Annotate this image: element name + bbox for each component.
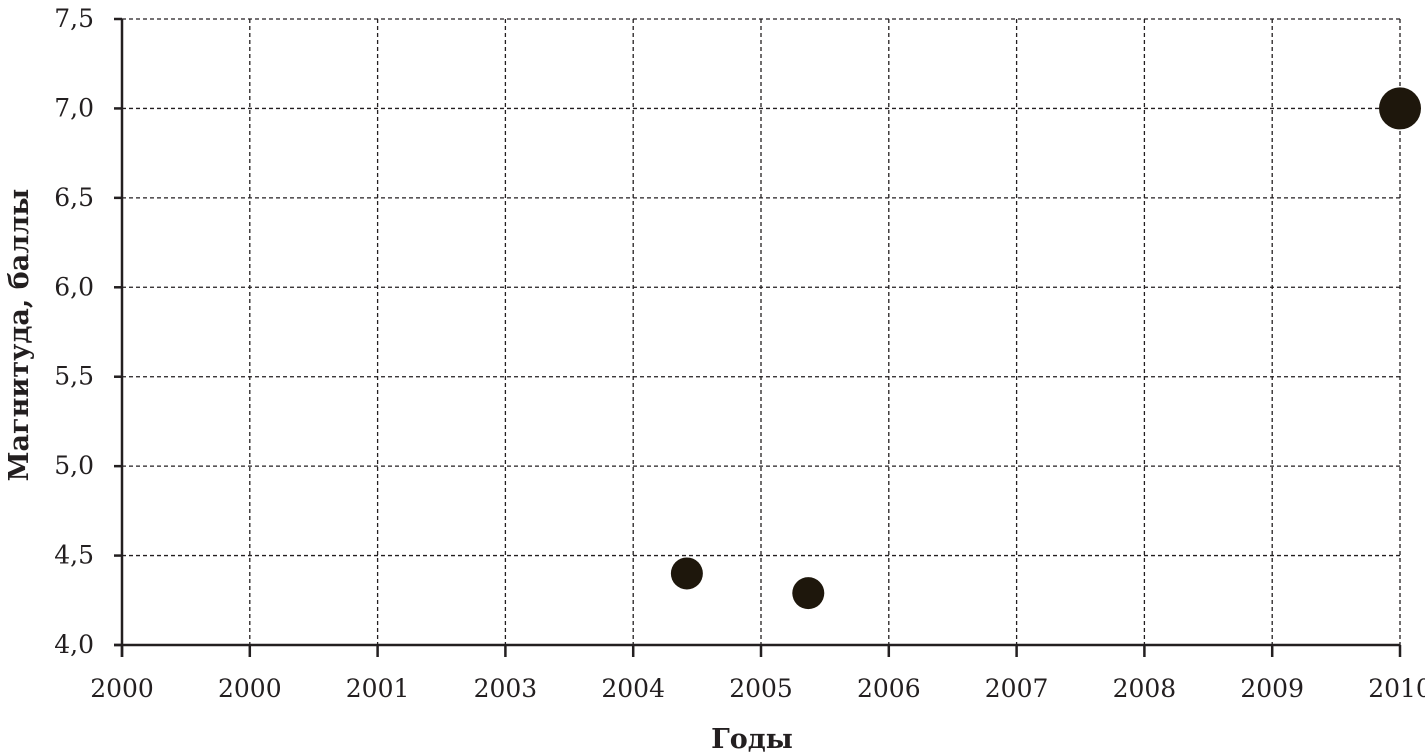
x-tick-label: 2008 (1113, 674, 1177, 703)
y-tick-label: 5,0 (54, 451, 94, 480)
y-tick-label: 7,5 (54, 4, 94, 33)
y-tick-label: 6,5 (54, 183, 94, 212)
x-tick-label: 2006 (857, 674, 921, 703)
y-axis-title: Магнитуда, баллы (4, 189, 35, 482)
y-tick-label: 6,0 (54, 272, 94, 301)
x-tick-label: 2010 (1368, 674, 1425, 703)
y-tick-label: 5,5 (54, 362, 94, 391)
x-tick-label: 2000 (90, 674, 154, 703)
x-tick-label: 2001 (346, 674, 410, 703)
x-tick-label: 2007 (985, 674, 1049, 703)
axes (114, 17, 1402, 657)
data-points (670, 87, 1421, 610)
x-tick-label: 2003 (474, 674, 538, 703)
x-tick-label: 2009 (1240, 674, 1304, 703)
x-axis-title: Годы (711, 724, 793, 755)
x-tick-label: 2005 (729, 674, 793, 703)
data-point (670, 557, 703, 590)
y-tick-label: 7,0 (54, 93, 94, 122)
x-tick-label: 2000 (218, 674, 282, 703)
x-tick-label: 2004 (601, 674, 665, 703)
data-point (1379, 87, 1421, 130)
data-point (792, 577, 825, 610)
y-tick-label: 4,0 (54, 630, 94, 659)
scatter-chart: 4,0 4,5 5,0 5,5 6,0 6,5 7,0 7,5 2000 2000 2001 2003… (4, 4, 1425, 755)
grid-lines (122, 18, 1401, 645)
y-tick-label: 4,5 (54, 541, 94, 570)
